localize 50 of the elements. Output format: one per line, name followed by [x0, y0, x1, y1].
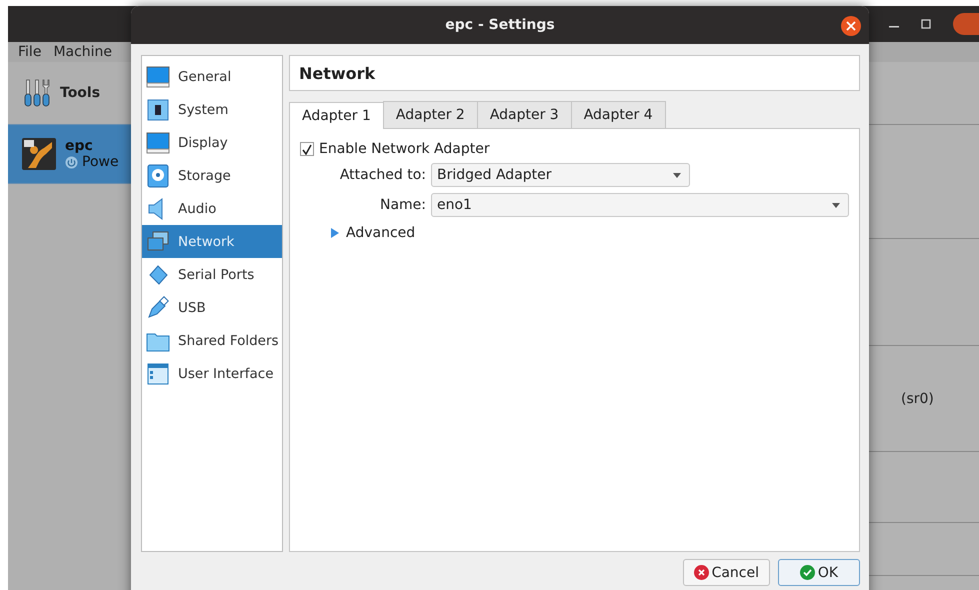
dropdown-arrow-icon: [832, 202, 840, 208]
sidebar-item[interactable]: USB: [142, 291, 282, 324]
close-button[interactable]: [841, 16, 861, 36]
field-label: Attached to:: [338, 167, 426, 183]
maximize-icon[interactable]: [921, 19, 931, 29]
checkbox-label[interactable]: Enable Network Adapter: [319, 141, 490, 157]
sidebar-item[interactable]: General: [142, 60, 282, 93]
tab[interactable]: Adapter 4: [570, 101, 666, 128]
name-dropdown[interactable]: eno1: [431, 193, 849, 217]
vm-state: Powe: [82, 154, 119, 170]
ok-button[interactable]: OK: [778, 559, 860, 586]
tools-label[interactable]: Tools: [60, 85, 100, 101]
dialog-title: epc - Settings: [445, 17, 555, 33]
sidebar-item[interactable]: Network: [142, 225, 282, 258]
menu-item[interactable]: Machine: [53, 44, 112, 60]
dropdown-arrow-icon: [673, 172, 681, 178]
check-icon: [800, 565, 815, 580]
network-icon: [146, 230, 170, 254]
sidebar-item[interactable]: Serial Ports: [142, 258, 282, 291]
sidebar-item[interactable]: User Interface: [142, 357, 282, 390]
sidebar-item[interactable]: System: [142, 93, 282, 126]
field-label: Name:: [378, 197, 426, 213]
close-icon[interactable]: [953, 13, 979, 35]
sidebar-item[interactable]: Storage: [142, 159, 282, 192]
sidebar-item[interactable]: Audio: [142, 192, 282, 225]
expander-icon[interactable]: [330, 228, 339, 238]
tab[interactable]: Adapter 1: [289, 102, 384, 129]
vm-name: epc: [65, 138, 94, 154]
cancel-icon: [694, 565, 709, 580]
vm-os-icon: [22, 138, 56, 170]
sidebar-item[interactable]: Shared Folders: [142, 324, 282, 357]
monitor-icon: [146, 64, 170, 88]
close-icon: [846, 21, 856, 31]
page-title: Network: [299, 64, 376, 82]
cancel-button[interactable]: Cancel: [682, 559, 770, 586]
sidebar-item[interactable]: Display: [142, 126, 282, 159]
detail-text: (sr0): [901, 390, 934, 406]
vm-list-item[interactable]: epc Powe: [8, 124, 131, 184]
power-icon: [65, 156, 78, 168]
checkbox[interactable]: [300, 142, 314, 156]
window-icon: [146, 362, 170, 386]
advanced-toggle[interactable]: Advanced: [346, 225, 416, 241]
chip-icon: [146, 98, 170, 122]
menu-item[interactable]: File: [18, 44, 42, 60]
usb-icon: [146, 296, 170, 320]
tools-icon: [22, 78, 52, 108]
attached-to-dropdown[interactable]: Bridged Adapter: [431, 163, 690, 187]
tab[interactable]: Adapter 2: [382, 101, 478, 128]
tab[interactable]: Adapter 3: [476, 101, 572, 128]
monitor-icon: [146, 130, 170, 154]
